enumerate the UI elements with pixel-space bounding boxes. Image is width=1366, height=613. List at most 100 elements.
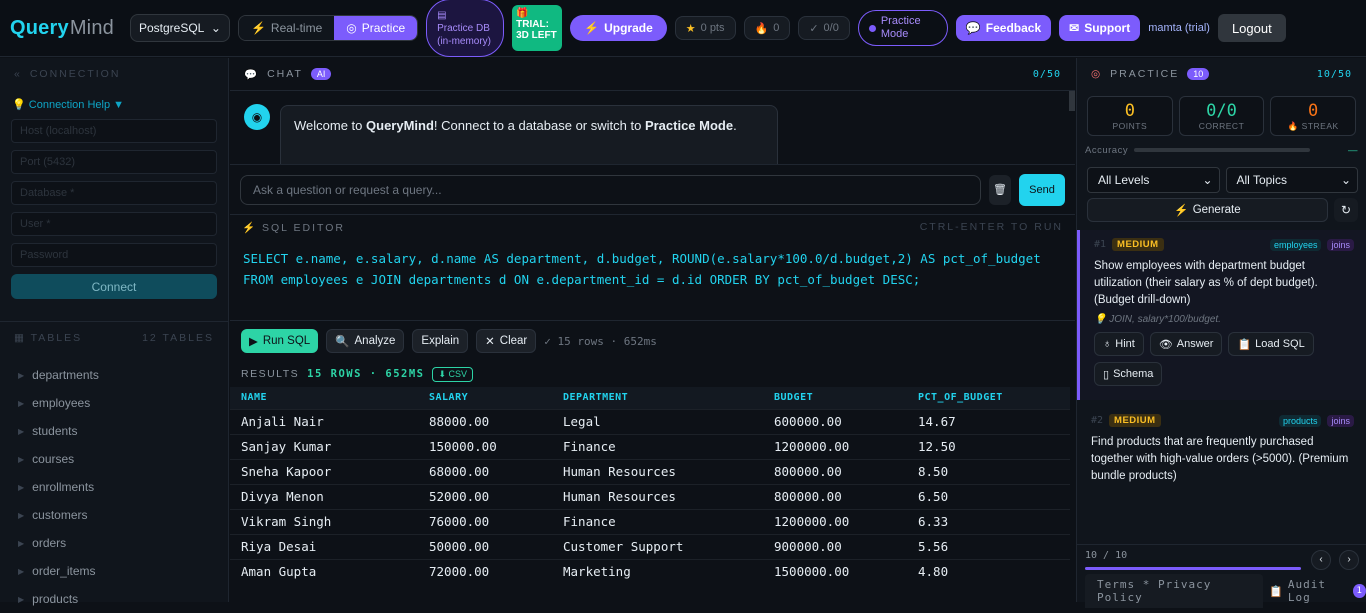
sidebar: «CONNECTION 💡 Connection Help ▼ Host (lo… bbox=[0, 58, 229, 606]
chat-input[interactable]: Ask a question or request a query... bbox=[240, 174, 981, 205]
table-item-enrollments[interactable]: ▶ enrollments bbox=[0, 473, 228, 501]
stats-row: 0 POINTS 0/0 CORRECT 0 🔥 STREAK bbox=[1077, 90, 1366, 142]
answer-button[interactable]: 👁 Answer bbox=[1149, 332, 1223, 356]
feedback-button[interactable]: 💬 Feedback bbox=[955, 15, 1052, 41]
user-input[interactable]: User * bbox=[11, 212, 217, 236]
sql-editor[interactable]: SELECT e.name, e.salary, d.name AS depar… bbox=[230, 239, 1075, 321]
difficulty-badge: MEDIUM bbox=[1112, 238, 1164, 251]
table-cell: 8.50 bbox=[907, 458, 1070, 484]
category-tag: joins bbox=[1327, 238, 1354, 251]
lightbulb-icon: ♁ bbox=[1103, 338, 1112, 350]
table-cell: Finance bbox=[552, 508, 763, 534]
terms-link[interactable]: Terms * Privacy Policy bbox=[1085, 574, 1264, 608]
table-item-products[interactable]: ▶ products bbox=[0, 585, 228, 613]
question-text: Find products that are frequently purcha… bbox=[1091, 436, 1349, 482]
clear-button[interactable]: ✕ Clear bbox=[476, 329, 537, 353]
table-item-students[interactable]: ▶ students bbox=[0, 417, 228, 445]
schema-button[interactable]: ▯ Schema bbox=[1094, 362, 1163, 386]
question-card[interactable]: #2 MEDIUM products joins Find products t… bbox=[1077, 400, 1366, 485]
correct-stat: 0/0 CORRECT bbox=[1178, 96, 1265, 136]
table-cell: 72000.00 bbox=[418, 558, 552, 584]
column-header[interactable]: DEPARTMENT bbox=[552, 387, 763, 409]
table-item-departments[interactable]: ▶ departments bbox=[0, 361, 228, 389]
top-bar: Query Mind PostgreSQL ⌄ ⚡ Real-time ◎ Practi… bbox=[0, 0, 1366, 57]
chat-icon: 💬 bbox=[965, 21, 981, 35]
column-header[interactable]: NAME bbox=[230, 387, 418, 409]
connection-help-toggle[interactable]: 💡 Connection Help ▼ bbox=[0, 90, 228, 119]
column-header[interactable]: PCT_OF_BUDGET bbox=[907, 387, 1070, 409]
practice-counter: 10/50 bbox=[1316, 68, 1352, 80]
table-row: Divya Menon 52000.00 Human Resources 800000… bbox=[230, 483, 1070, 509]
table-row: Anjali Nair 88000.00 Legal 600000.00 14.67 bbox=[230, 408, 1070, 434]
bulb-icon: 💡 bbox=[1094, 314, 1107, 325]
table-item-courses[interactable]: ▶ courses bbox=[0, 445, 228, 473]
explain-button[interactable]: Explain bbox=[412, 329, 469, 353]
table-cell: 1200000.00 bbox=[763, 508, 907, 534]
topic-tag: employees bbox=[1269, 238, 1322, 251]
port-input[interactable]: Port (5432) bbox=[11, 150, 217, 174]
hint-button[interactable]: ♁ Hint bbox=[1094, 332, 1144, 356]
csv-download-button[interactable]: ⬇ CSV bbox=[432, 366, 474, 382]
run-sql-button[interactable]: ▶ Run SQL bbox=[241, 329, 319, 353]
practice-mode-button[interactable]: ◎ Practice bbox=[334, 16, 418, 40]
upgrade-button[interactable]: ⚡ Upgrade bbox=[570, 15, 667, 41]
refresh-icon[interactable]: ↻ bbox=[1334, 198, 1358, 222]
table-item-order-items[interactable]: ▶ order_items bbox=[0, 557, 228, 585]
column-header[interactable]: SALARY bbox=[418, 387, 552, 409]
generate-button[interactable]: ⚡ Generate bbox=[1087, 198, 1328, 222]
send-button[interactable]: Send bbox=[1019, 173, 1065, 206]
lightning-icon: ⚡ bbox=[584, 21, 600, 35]
topic-select[interactable]: All Topics ⌄ bbox=[1225, 167, 1358, 193]
expand-arrow-icon: ▶ bbox=[18, 566, 25, 576]
table-cell: Human Resources bbox=[552, 458, 763, 484]
clear-chat-icon[interactable]: 🗑 bbox=[989, 174, 1011, 205]
star-icon: ★ bbox=[685, 22, 696, 35]
logout-button[interactable]: Logout bbox=[1217, 14, 1286, 42]
load-sql-button[interactable]: 📋 Load SQL bbox=[1228, 332, 1314, 356]
target-icon: ◎ bbox=[1091, 68, 1103, 80]
question-card[interactable]: #1 MEDIUM employees joins Show employees… bbox=[1077, 230, 1366, 400]
clipboard-icon: 📋 bbox=[1237, 338, 1252, 351]
table-cell: Legal bbox=[552, 408, 763, 434]
realtime-mode-button[interactable]: ⚡ Real-time bbox=[238, 16, 335, 40]
next-page-icon[interactable]: › bbox=[1339, 549, 1359, 570]
play-icon: ▶ bbox=[249, 336, 258, 348]
database-icon: ▤ bbox=[437, 9, 447, 21]
table-cell: 800000.00 bbox=[763, 458, 907, 484]
chat-messages[interactable]: ◉ Welcome to QueryMind! Connect to a dat… bbox=[230, 91, 1075, 165]
level-select[interactable]: All Levels ⌄ bbox=[1087, 167, 1220, 193]
generate-row: ⚡ Generate ↻ bbox=[1077, 198, 1366, 222]
bot-avatar-icon: ◉ bbox=[244, 104, 270, 130]
close-icon: ✕ bbox=[485, 336, 495, 348]
lightning-icon: ⚡ bbox=[242, 221, 258, 234]
connect-button[interactable]: Connect bbox=[11, 274, 217, 299]
support-button[interactable]: ✉ Support bbox=[1059, 15, 1141, 41]
table-cell: Human Resources bbox=[552, 483, 763, 509]
chat-scrollbar[interactable] bbox=[1069, 91, 1075, 111]
collapse-arrow-icon: « bbox=[14, 68, 22, 80]
analyze-button[interactable]: 🔍 Analyze bbox=[326, 329, 405, 353]
column-header[interactable]: BUDGET bbox=[763, 387, 907, 409]
pagination: 10 / 10 ‹ › bbox=[1077, 544, 1366, 574]
table-cell: 76000.00 bbox=[418, 508, 552, 534]
database-input[interactable]: Database * bbox=[11, 181, 217, 205]
table-item-orders[interactable]: ▶ orders bbox=[0, 529, 228, 557]
table-cell: Finance bbox=[552, 433, 763, 459]
audit-log-button[interactable]: 📋 Audit Log 1 bbox=[1269, 578, 1366, 604]
user-label: mamta (trial) bbox=[1148, 22, 1210, 34]
table-item-customers[interactable]: ▶ customers bbox=[0, 501, 228, 529]
host-input[interactable]: Host (localhost) bbox=[11, 119, 217, 143]
card-actions: ♁ Hint 👁 Answer 📋 Load SQL ▯ Schema bbox=[1094, 332, 1354, 386]
expand-arrow-icon: ▶ bbox=[18, 510, 25, 520]
document-icon: ▯ bbox=[1103, 368, 1110, 381]
database-type-select[interactable]: PostgreSQL ⌄ bbox=[129, 14, 230, 42]
connection-section-header[interactable]: «CONNECTION bbox=[0, 58, 228, 90]
chevron-down-icon: ⌄ bbox=[1340, 173, 1351, 187]
table-cell: Marketing bbox=[552, 558, 763, 584]
table-item-employees[interactable]: ▶ employees bbox=[0, 389, 228, 417]
expand-arrow-icon: ▶ bbox=[18, 454, 25, 464]
table-cell: 88000.00 bbox=[418, 408, 552, 434]
password-input[interactable]: Password bbox=[11, 243, 217, 267]
prev-page-icon[interactable]: ‹ bbox=[1311, 549, 1331, 570]
welcome-message: Welcome to QueryMind! Connect to a datab… bbox=[280, 105, 778, 164]
